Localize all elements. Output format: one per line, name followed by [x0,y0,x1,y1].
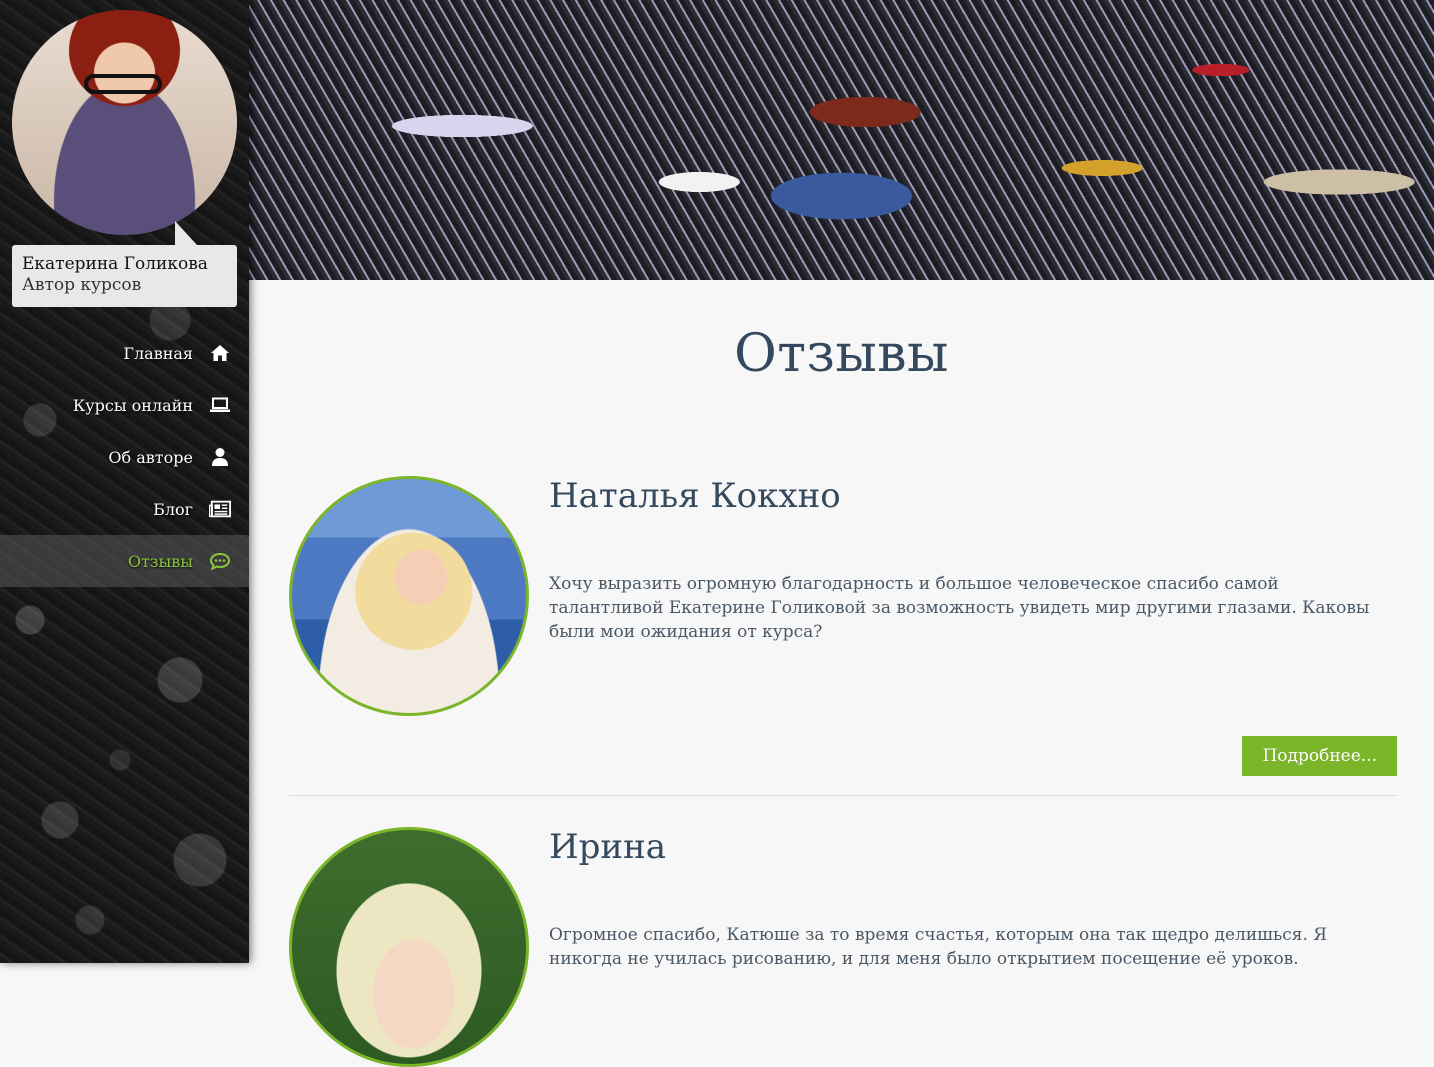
sidebar-item-label: Курсы онлайн [72,395,193,415]
author-avatar[interactable] [12,10,237,235]
sidebar-nav: Главная Курсы онлайн Об авторе Блог Отзы… [0,327,249,587]
sidebar-item-blog[interactable]: Блог [0,483,249,535]
header-banner-illustration [249,0,1434,280]
reviewer-avatar [289,827,529,1067]
glasses-shape [84,74,162,94]
newspaper-icon [209,498,231,520]
author-card: Екатерина Голикова Автор курсов [12,221,237,307]
sidebar-item-home[interactable]: Главная [0,327,249,379]
sidebar-item-label: Главная [123,343,193,363]
sidebar-item-label: Блог [153,499,193,519]
main-content: Отзывы Наталья Кокхно Хочу выразить огро… [249,280,1434,1067]
reviewer-name: Ирина [549,827,667,867]
author-name: Екатерина Голикова [22,254,208,274]
divider [289,795,1397,796]
comments-icon [209,550,231,572]
read-more-button[interactable]: Подробнее... [1242,736,1397,776]
reviewer-name: Наталья Кокхно [549,476,841,516]
home-icon [209,342,231,364]
laptop-icon [209,394,231,416]
sidebar-item-label: Отзывы [127,551,193,571]
sidebar-item-reviews[interactable]: Отзывы [0,535,249,587]
author-role: Автор курсов [22,275,142,295]
review-text: Хочу выразить огромную благодарность и б… [549,574,1370,642]
sidebar-item-about[interactable]: Об авторе [0,431,249,483]
sidebar: Екатерина Голикова Автор курсов Главная … [0,0,249,963]
page-title: Отзывы [734,324,949,384]
review-text: Огромное спасибо, Катюше за то время сча… [549,925,1327,969]
sidebar-item-courses[interactable]: Курсы онлайн [0,379,249,431]
user-icon [209,446,231,468]
reviewer-avatar [289,476,529,716]
sidebar-item-label: Об авторе [108,447,193,467]
